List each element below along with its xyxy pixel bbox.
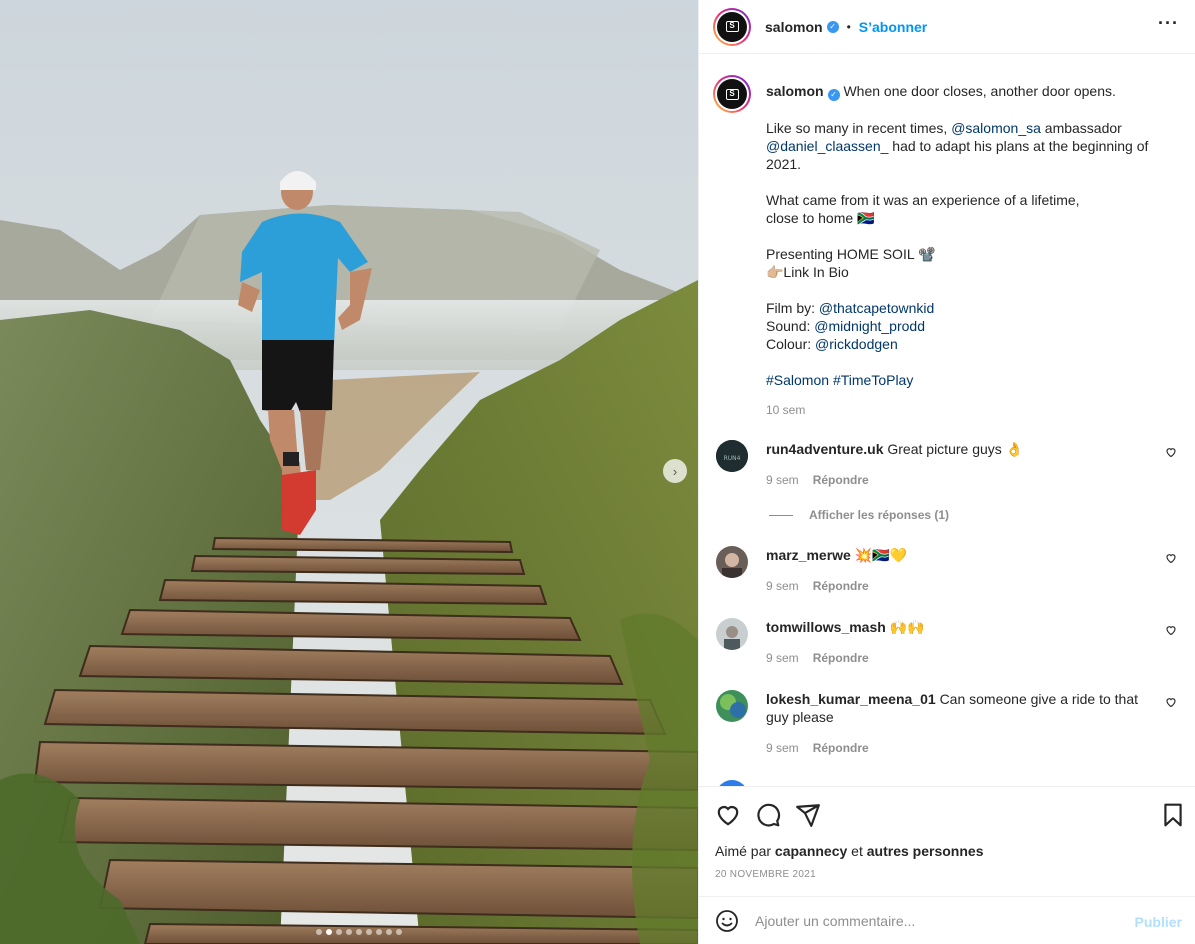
view-replies-label: Afficher les réponses (1) (809, 508, 950, 522)
divider-line (769, 514, 793, 516)
comment-username[interactable]: marz_merwe (766, 547, 851, 563)
credit-label: Sound: (766, 318, 815, 334)
mention-link[interactable]: @thatcapetownkid (819, 300, 934, 316)
reply-button[interactable]: Répondre (813, 651, 869, 665)
caption-author-username[interactable]: salomon (766, 83, 824, 99)
carousel-dot (316, 929, 322, 935)
comment-username[interactable]: run4adventure.uk (766, 441, 883, 457)
mention-link[interactable]: @salomon_sa (951, 120, 1041, 136)
heart-icon[interactable] (1165, 446, 1177, 458)
verified-badge-icon: ✓ (826, 20, 839, 33)
next-slide-button[interactable]: › (663, 459, 687, 483)
reply-button[interactable]: Répondre (813, 473, 869, 487)
hashtag-link[interactable]: #Salomon (766, 372, 829, 388)
caption-text: close to home 🇿🇦 (766, 210, 875, 226)
verified-badge-icon: ✓ (827, 89, 840, 101)
post-header: S salomon ✓ • S’abonner ··· (699, 0, 1195, 54)
comment-bubble-icon[interactable] (755, 802, 781, 828)
carousel-dot (396, 929, 402, 935)
caption-text: Presenting HOME SOIL 📽️ (766, 246, 936, 262)
carousel-dot (386, 929, 392, 935)
heart-icon[interactable] (1165, 696, 1177, 708)
credit-label: Colour: (766, 336, 816, 352)
caption-timestamp[interactable]: 10 sem (766, 401, 1176, 419)
reply-button[interactable]: Répondre (813, 741, 869, 755)
comment-text: 🙌🙌 (889, 619, 925, 635)
comments-scroll-area[interactable]: S salomon ✓ When one door closes, another… (699, 55, 1195, 786)
author-avatar[interactable]: S (713, 7, 751, 46)
comment-text: Great picture guys 👌 (887, 441, 1024, 457)
credit-label: Film by: (766, 300, 819, 316)
liker-username[interactable]: capannecy (775, 843, 847, 859)
share-send-icon[interactable] (795, 802, 821, 828)
commenter-avatar[interactable]: RUN4 (716, 440, 748, 472)
caption-author-avatar[interactable]: S (713, 75, 751, 113)
more-options-icon[interactable]: ··· (1158, 14, 1179, 32)
post-actions: Aimé par capannecy et autres personnes 2… (699, 786, 1195, 896)
post-photo: › (0, 0, 698, 944)
heart-icon[interactable] (1165, 552, 1177, 564)
mention-link[interactable]: @midnight_prodd (814, 318, 925, 334)
carousel-dot (366, 929, 372, 935)
carousel-dot (336, 929, 342, 935)
commenter-avatar[interactable] (716, 690, 748, 722)
add-comment-bar: Publier (699, 896, 1195, 944)
commenter-avatar[interactable] (716, 618, 748, 650)
likes-conj: et (847, 843, 867, 859)
caption-text: What came from it was an experience of a… (766, 192, 1080, 208)
post-date[interactable]: 20 NOVEMBRE 2021 (715, 869, 816, 880)
comment-username[interactable]: lokesh_kumar_meena_01 (766, 691, 936, 707)
separator-dot: • (846, 19, 851, 34)
mention-link[interactable]: @daniel_claassen_ (766, 138, 888, 154)
caption-text: Like so many in recent times, (766, 120, 952, 136)
view-replies-button[interactable]: Afficher les réponses (1) (769, 508, 949, 522)
likes-summary: Aimé par capannecy et autres personnes (715, 843, 983, 859)
publish-button[interactable]: Publier (1135, 914, 1182, 930)
mention-link[interactable]: @rickdodgen (815, 336, 898, 352)
comment-time[interactable]: 9 sem (766, 473, 799, 487)
commenter-avatar[interactable] (716, 546, 748, 578)
emoji-icon[interactable] (715, 909, 739, 933)
reply-button[interactable]: Répondre (813, 579, 869, 593)
comment-time[interactable]: 9 sem (766, 651, 799, 665)
carousel-dot (346, 929, 352, 935)
salomon-logo-icon: S (725, 88, 739, 100)
likes-prefix: Aimé par (715, 843, 775, 859)
carousel-dot (376, 929, 382, 935)
svg-text:RUN4: RUN4 (724, 455, 741, 462)
comment-time[interactable]: 9 sem (766, 741, 799, 755)
follow-button[interactable]: S’abonner (859, 19, 927, 35)
hashtag-link[interactable]: #TimeToPlay (833, 372, 913, 388)
comment-username[interactable]: tomwillows_mash (766, 619, 886, 635)
post-side-panel: S salomon ✓ • S’abonner ··· S salomon ✓ W… (698, 0, 1195, 944)
author-username[interactable]: salomon (765, 19, 823, 35)
like-heart-icon[interactable] (715, 802, 741, 828)
caption-text: ambassador (1040, 120, 1122, 136)
heart-icon[interactable] (1165, 624, 1177, 636)
comment-time[interactable]: 9 sem (766, 579, 799, 593)
carousel-dot (356, 929, 362, 935)
caption-text: 👉🏼Link In Bio (766, 264, 849, 280)
trail-runner-image (0, 0, 698, 944)
carousel-dot (326, 929, 332, 935)
other-likers-link[interactable]: autres personnes (867, 843, 984, 859)
comment-text: 💥🇿🇦💛 (854, 547, 908, 563)
comment-input[interactable] (755, 907, 1115, 935)
save-bookmark-icon[interactable] (1160, 802, 1186, 828)
chevron-right-icon: › (672, 463, 678, 479)
carousel-indicator (0, 929, 698, 935)
caption-line: When one door closes, another door opens… (843, 83, 1116, 99)
salomon-logo-icon: S (725, 21, 739, 32)
